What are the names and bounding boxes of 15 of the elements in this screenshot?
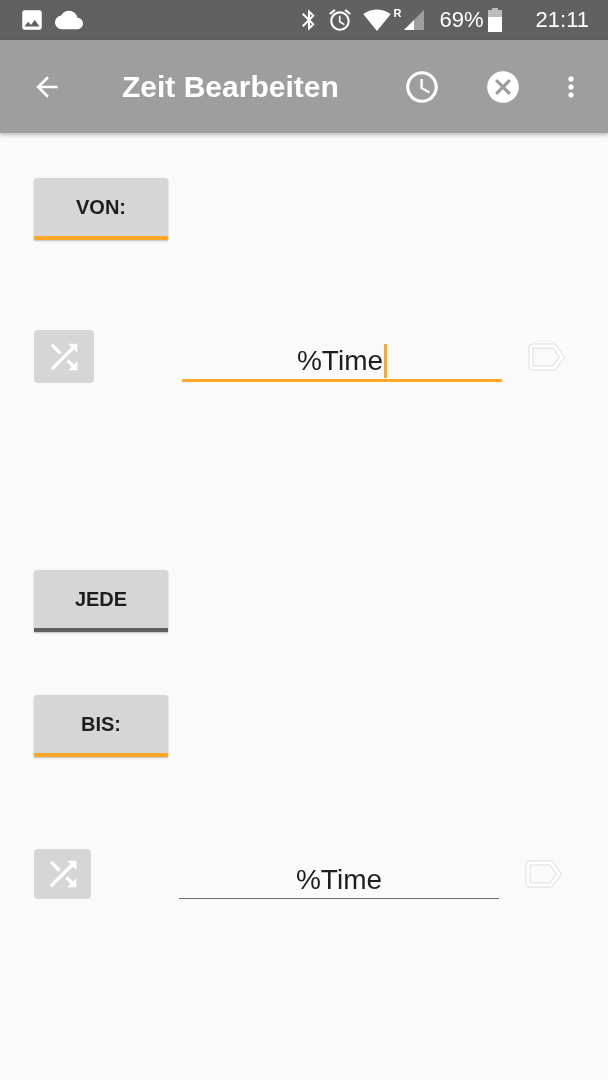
roaming-label: R: [393, 8, 402, 19]
time-input[interactable]: %Time: [182, 331, 502, 382]
battery-percent: 69%: [439, 9, 484, 31]
shuffle-icon[interactable]: [34, 330, 94, 383]
screen-title: Zeit Bearbeiten: [122, 71, 339, 102]
battery-icon: [487, 8, 502, 32]
section-button[interactable]: VON:: [34, 178, 168, 240]
section-button[interactable]: JEDE: [34, 570, 168, 632]
time-input[interactable]: %Time: [179, 849, 499, 899]
text-cursor-icon: [384, 343, 388, 378]
shuffle-icon[interactable]: [34, 849, 91, 899]
section-button[interactable]: BIS:: [34, 695, 168, 757]
clock-time: 21:11: [535, 9, 589, 31]
alarm-icon: [326, 7, 353, 33]
image-icon: [19, 7, 45, 33]
